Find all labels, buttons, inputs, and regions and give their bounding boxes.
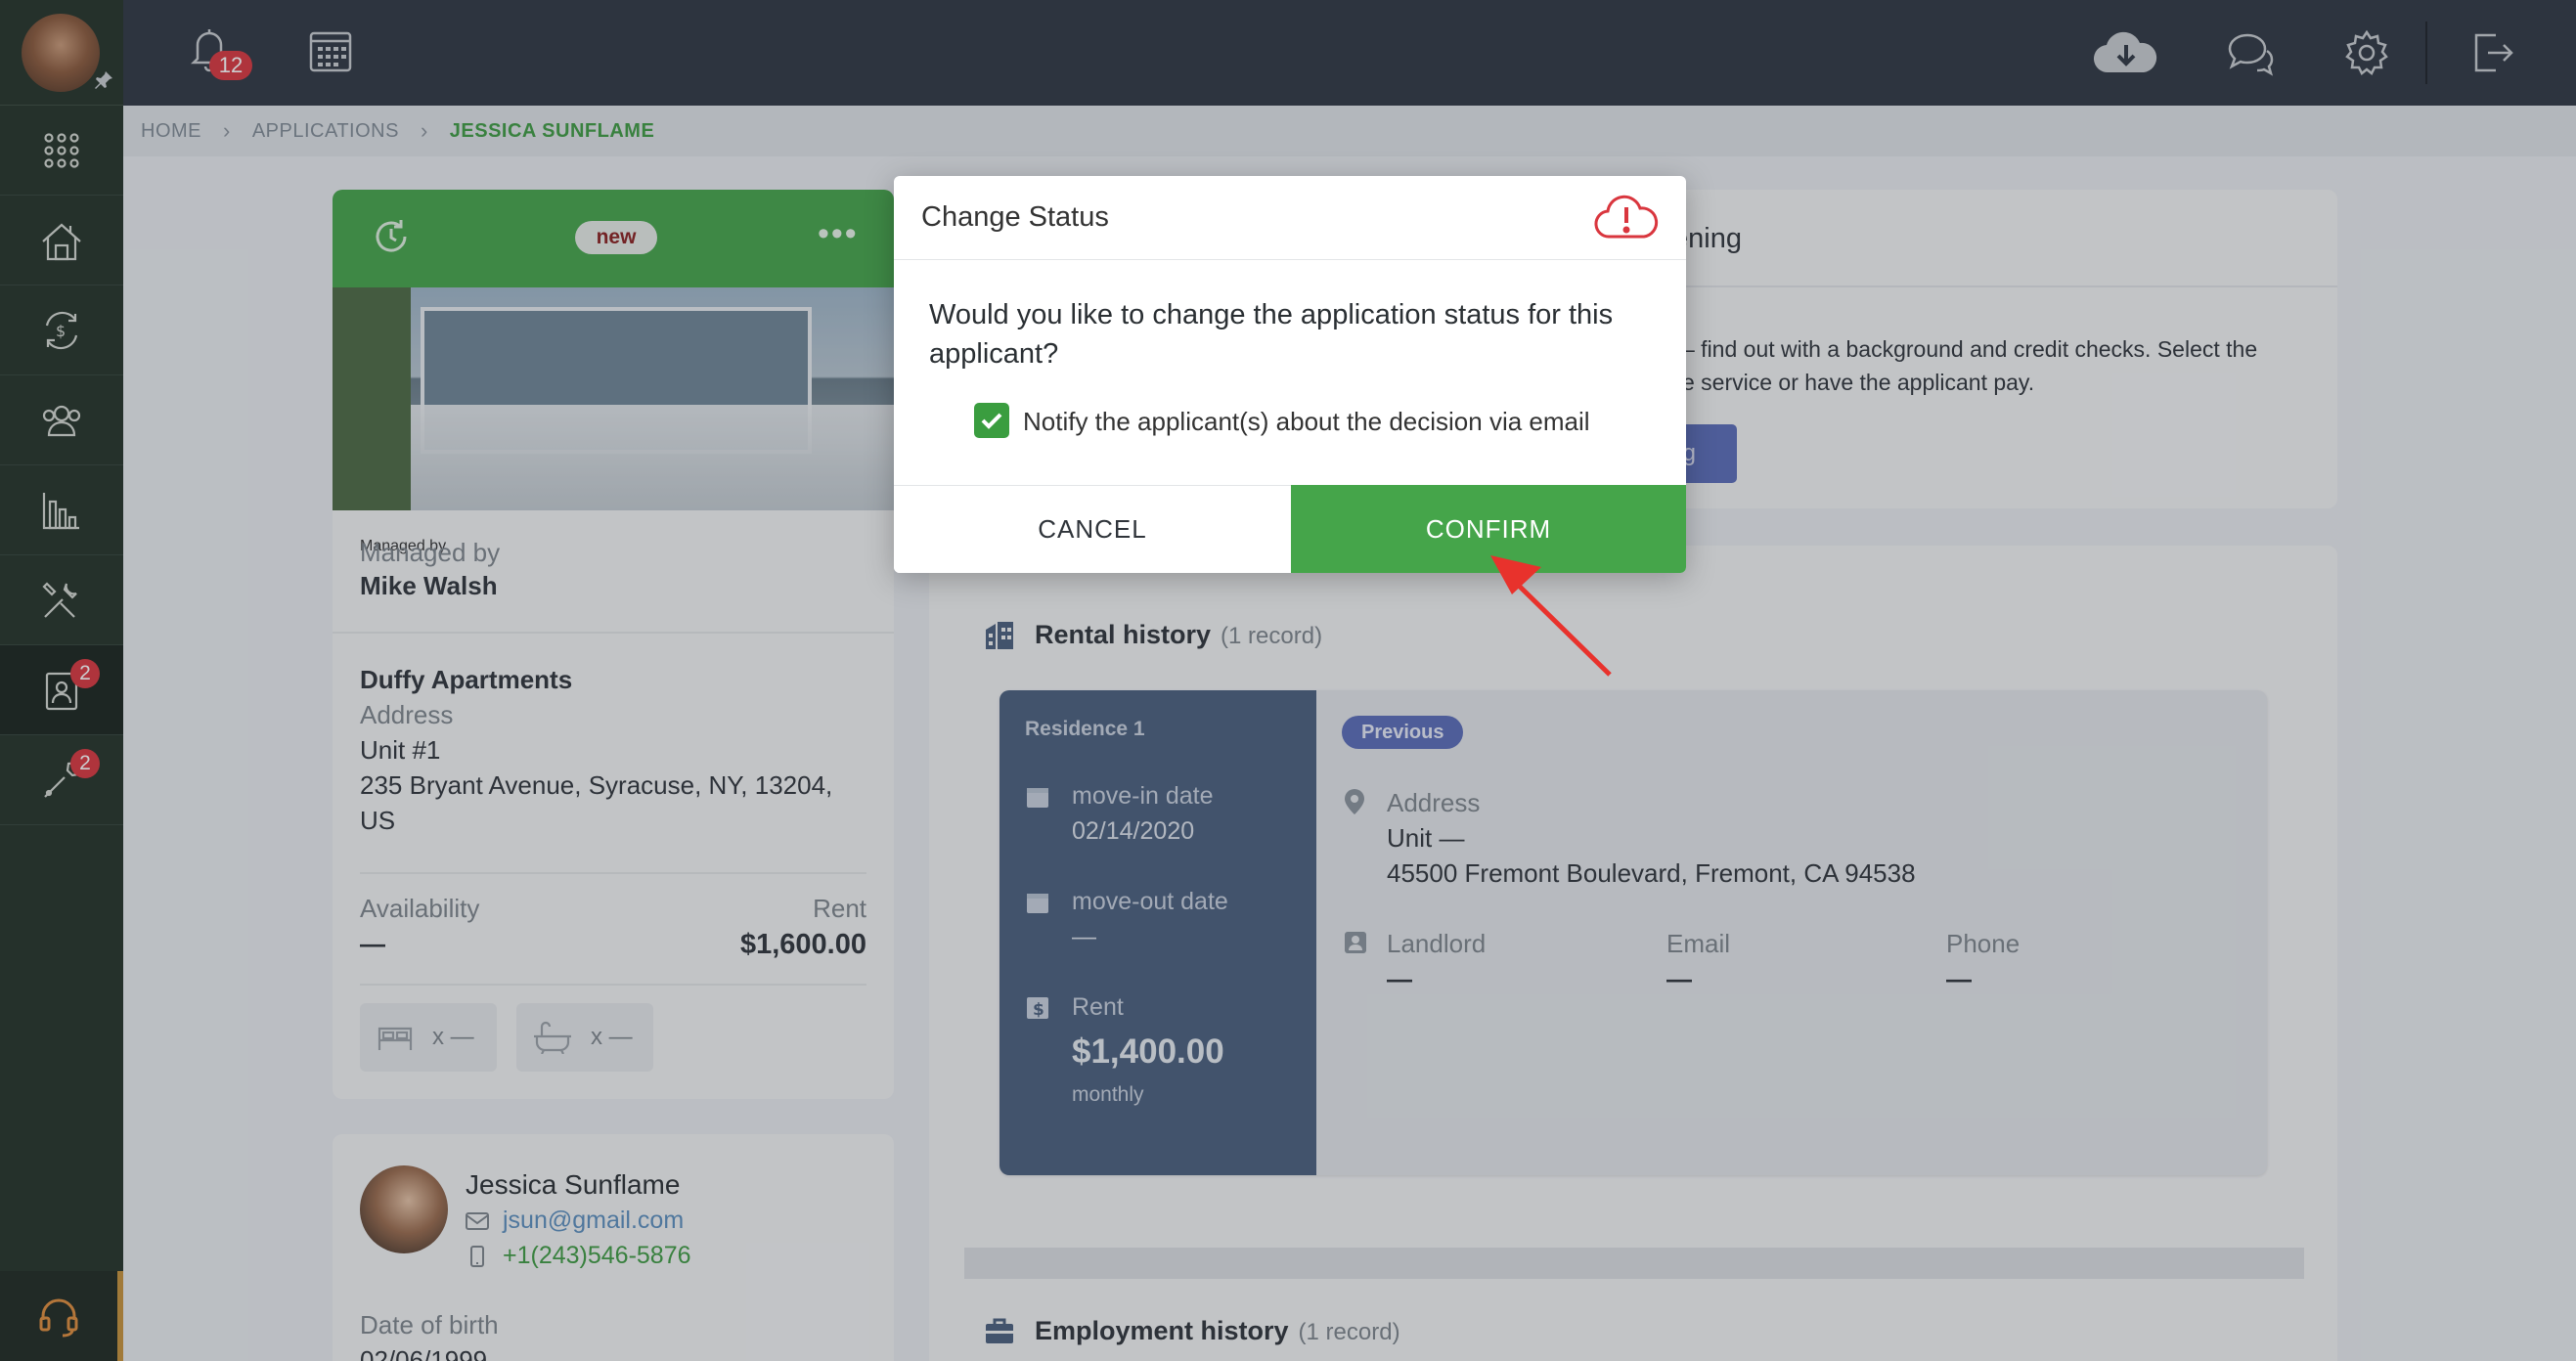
- change-status-modal: Change Status Would you like to change t…: [894, 176, 1686, 573]
- modal-header: Change Status: [894, 176, 1686, 260]
- notify-checkbox[interactable]: [974, 403, 1009, 438]
- annotation-arrow-icon: [1481, 549, 1618, 680]
- cancel-button[interactable]: CANCEL: [894, 485, 1291, 573]
- cloud-alert-icon: [1594, 194, 1659, 241]
- modal-question: Would you like to change the application…: [929, 299, 1614, 370]
- modal-title: Change Status: [921, 201, 1109, 233]
- notify-checkbox-label[interactable]: Notify the applicant(s) about the decisi…: [1023, 407, 1590, 437]
- checkmark-icon: [981, 413, 1002, 429]
